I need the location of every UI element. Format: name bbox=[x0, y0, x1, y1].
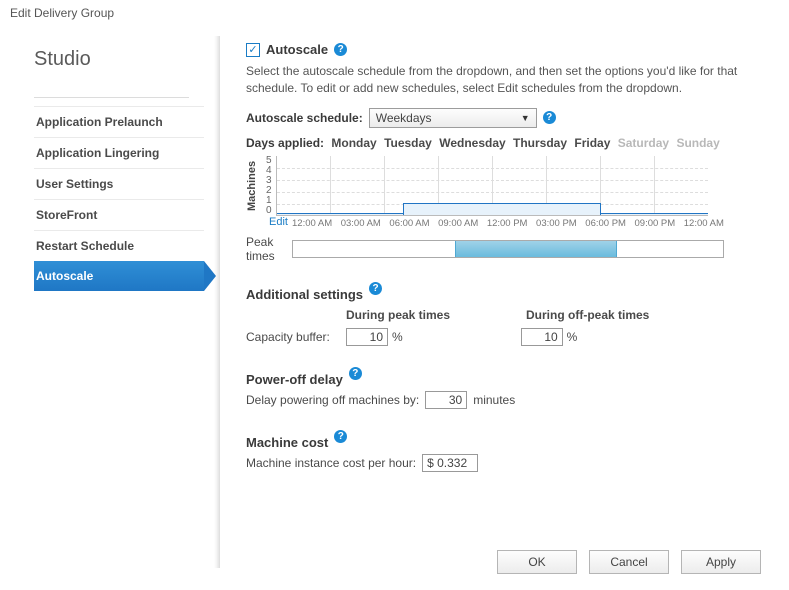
sidebar-item-storefront[interactable]: StoreFront bbox=[34, 199, 204, 230]
peak-times-bar[interactable] bbox=[292, 240, 724, 258]
day-wednesday: Wednesday bbox=[439, 136, 505, 150]
help-icon[interactable]: ? bbox=[349, 367, 362, 380]
help-icon[interactable]: ? bbox=[543, 111, 556, 124]
additional-settings-title: Additional settings bbox=[246, 287, 363, 302]
autoscale-checkbox[interactable]: ✓ bbox=[246, 43, 260, 57]
cost-input[interactable] bbox=[422, 454, 478, 472]
column-headers: During peak times During off-peak times bbox=[346, 308, 761, 322]
day-saturday: Saturday bbox=[618, 136, 669, 150]
autoscale-title: Autoscale bbox=[266, 42, 328, 57]
cost-label: Machine instance cost per hour: bbox=[246, 456, 416, 470]
chevron-down-icon: ▼ bbox=[521, 113, 530, 123]
main-panel: ✓ Autoscale ? Select the autoscale sched… bbox=[220, 26, 789, 588]
day-tuesday: Tuesday bbox=[384, 136, 432, 150]
col-offpeak: During off-peak times bbox=[526, 308, 649, 322]
day-sunday: Sunday bbox=[676, 136, 719, 150]
sidebar-item-autoscale[interactable]: Autoscale bbox=[34, 261, 204, 291]
sidebar: Studio Application Prelaunch Application… bbox=[0, 26, 220, 588]
poweroff-label: Delay powering off machines by: bbox=[246, 393, 419, 407]
percent-sign: % bbox=[567, 330, 578, 344]
chart-xaxis: 12:00 AM 03:00 AM 06:00 AM 09:00 AM 12:0… bbox=[292, 218, 724, 229]
poweroff-unit: minutes bbox=[473, 393, 515, 407]
col-peak: During peak times bbox=[346, 308, 526, 322]
apply-button[interactable]: Apply bbox=[681, 550, 761, 574]
chart-series-step bbox=[403, 203, 601, 215]
schedule-select[interactable]: Weekdays ▼ bbox=[369, 108, 537, 128]
divider-line bbox=[34, 97, 189, 98]
capacity-label: Capacity buffer: bbox=[246, 330, 346, 344]
button-bar: OK Cancel Apply bbox=[497, 550, 761, 574]
day-friday: Friday bbox=[574, 136, 610, 150]
chart-edit-link[interactable]: Edit bbox=[258, 216, 288, 228]
chart-area[interactable] bbox=[276, 156, 708, 216]
cost-title: Machine cost bbox=[246, 435, 328, 450]
chart-ylabel: Machines bbox=[246, 156, 262, 216]
peak-fill[interactable] bbox=[455, 241, 617, 257]
day-monday: Monday bbox=[331, 136, 376, 150]
days-label: Days applied: bbox=[246, 136, 324, 150]
sidebar-item-user-settings[interactable]: User Settings bbox=[34, 168, 204, 199]
schedule-label: Autoscale schedule: bbox=[246, 111, 363, 125]
window-title: Edit Delivery Group bbox=[0, 0, 789, 26]
sidebar-item-app-lingering[interactable]: Application Lingering bbox=[34, 137, 204, 168]
sidebar-item-restart-schedule[interactable]: Restart Schedule bbox=[34, 230, 204, 261]
help-icon[interactable]: ? bbox=[334, 43, 347, 56]
machines-chart: Machines 5 4 3 2 1 0 bbox=[246, 156, 761, 216]
poweroff-title: Power-off delay bbox=[246, 372, 343, 387]
autoscale-description: Select the autoscale schedule from the d… bbox=[246, 63, 761, 98]
schedule-value: Weekdays bbox=[376, 111, 432, 125]
peak-label: Peak times bbox=[246, 235, 288, 263]
capacity-peak-input[interactable] bbox=[346, 328, 388, 346]
day-thursday: Thursday bbox=[513, 136, 567, 150]
poweroff-input[interactable] bbox=[425, 391, 467, 409]
capacity-off-input[interactable] bbox=[521, 328, 563, 346]
help-icon[interactable]: ? bbox=[334, 430, 347, 443]
percent-sign: % bbox=[392, 330, 403, 344]
days-applied: Days applied: Monday Tuesday Wednesday T… bbox=[246, 136, 761, 150]
cancel-button[interactable]: Cancel bbox=[589, 550, 669, 574]
chart-yticks: 5 4 3 2 1 0 bbox=[266, 156, 272, 216]
ok-button[interactable]: OK bbox=[497, 550, 577, 574]
help-icon[interactable]: ? bbox=[369, 282, 382, 295]
brand: Studio bbox=[34, 48, 220, 71]
sidebar-item-app-prelaunch[interactable]: Application Prelaunch bbox=[34, 106, 204, 137]
